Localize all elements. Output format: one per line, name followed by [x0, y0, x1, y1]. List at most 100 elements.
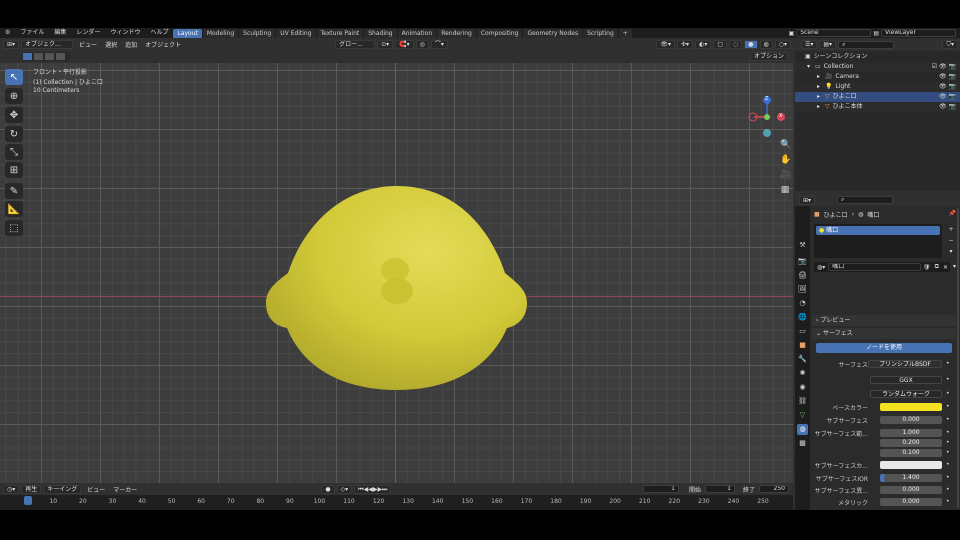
xray-toggle-icon[interactable]: ▢ — [713, 39, 727, 49]
playback-controls[interactable]: ⏮◀◀▶▶⏭ — [354, 484, 392, 494]
material-slot-list[interactable]: ● 嘴口 — [814, 224, 942, 258]
mode-selector[interactable]: オブジェク... — [21, 39, 74, 49]
add-workspace-button[interactable]: + — [618, 28, 632, 38]
property-value-field[interactable]: 0.000 — [880, 416, 942, 424]
pan-hand-icon[interactable]: ✋ — [780, 155, 791, 165]
current-frame-field[interactable]: 1 — [642, 485, 679, 493]
shading-rendered-icon[interactable]: ○▾ — [774, 39, 791, 49]
expand-arrow-icon[interactable]: ▸ — [817, 93, 820, 100]
tab-geometry-nodes[interactable]: Geometry Nodes — [523, 28, 583, 38]
cursor-tool-icon[interactable]: ⊕ — [5, 88, 23, 104]
transform-tool-icon[interactable]: ⊞ — [5, 162, 23, 178]
subsurface-ior-slider[interactable]: 1.400 — [880, 474, 942, 482]
menu-view[interactable]: ビュー — [75, 40, 101, 49]
tab-texture-paint[interactable]: Texture Paint — [316, 28, 364, 38]
constraints-tab-icon[interactable]: ⛓ — [797, 396, 808, 407]
material-tab-icon[interactable]: ◍ — [797, 424, 808, 435]
outliner-item-light[interactable]: ▸ 💡 Light 👁 📷 — [795, 82, 960, 92]
tab-uv-editing[interactable]: UV Editing — [276, 28, 316, 38]
select-subtract-icon[interactable] — [45, 53, 54, 60]
world-tab-icon[interactable]: 🌐 — [797, 312, 808, 323]
tab-modeling[interactable]: Modeling — [202, 28, 239, 38]
distribution-selector[interactable]: GGX — [870, 376, 942, 384]
keyframe-dot-icon[interactable]: • — [946, 461, 950, 468]
keyframe-dot-icon[interactable]: • — [946, 449, 950, 456]
tab-animation[interactable]: Animation — [397, 28, 437, 38]
texture-tab-icon[interactable]: ▩ — [797, 438, 808, 449]
collection-visibility-icons[interactable]: ☑ 👁 📷 — [932, 62, 956, 72]
unlink-icon[interactable]: ✕ — [941, 264, 950, 271]
zoom-icon[interactable]: 🔍 — [780, 140, 791, 150]
view-layer-selector[interactable]: ViewLayer — [881, 29, 956, 37]
keyframe-dot-icon[interactable]: • — [946, 498, 950, 505]
expand-arrow-icon[interactable]: ▸ — [817, 103, 820, 110]
tab-compositing[interactable]: Compositing — [476, 28, 523, 38]
expand-arrow-icon[interactable]: ▸ — [817, 83, 820, 90]
property-value-field[interactable]: 1.000 — [880, 429, 942, 437]
marker-menu[interactable]: マーカー — [109, 485, 141, 494]
annotate-tool-icon[interactable]: ✎ — [5, 183, 23, 199]
render-tab-icon[interactable]: 📷 — [797, 256, 808, 267]
timeline-ruler[interactable]: 1102030405060708090100110120130140150160… — [0, 495, 793, 510]
outliner-item-beak[interactable]: ▸ ▽ ひよこ口 👁 📷 — [795, 92, 960, 102]
select-mode-buttons[interactable] — [22, 52, 70, 61]
menu-select[interactable]: 選択 — [101, 40, 121, 49]
visibility-icons[interactable]: 👁 📷 — [939, 102, 956, 112]
object-tab-icon[interactable]: ■ — [797, 340, 808, 351]
timeline-editor-icon[interactable]: ◷▾ — [3, 484, 20, 494]
menu-file[interactable]: ファイル — [15, 28, 49, 38]
menu-help[interactable]: ヘルプ — [145, 28, 173, 38]
data-tab-icon[interactable]: ▽ — [797, 410, 808, 421]
preview-panel-header[interactable]: › プレビュー — [812, 315, 956, 326]
keyframe-dot-icon[interactable]: • — [946, 439, 950, 446]
chick-object[interactable] — [255, 178, 540, 393]
material-selector[interactable]: ◍▾ 嘴口 🛡 ⧉ ✕ — [814, 262, 950, 272]
view-layer-tab-icon[interactable]: 🖼 — [797, 284, 808, 295]
output-tab-icon[interactable]: 🖨 — [797, 270, 808, 281]
outliner-editor-icon[interactable]: ☰▾ — [801, 40, 818, 49]
proportional-edit-icon[interactable]: ◎ — [415, 39, 429, 49]
tab-sculpting[interactable]: Sculpting — [239, 28, 276, 38]
property-value-field[interactable]: 0.200 — [880, 439, 942, 447]
start-frame-field[interactable]: 1 — [704, 485, 735, 493]
use-nodes-button[interactable]: ノードを使用 — [816, 343, 952, 353]
surface-shader-selector[interactable]: プリンシプルBSDF — [868, 360, 942, 368]
subsurface-method-selector[interactable]: ランダムウォーク — [870, 390, 942, 398]
blender-logo-icon[interactable]: ⚙ — [0, 28, 15, 38]
end-frame-field[interactable]: 250 — [759, 485, 789, 493]
tool-tab-icon[interactable]: ⚒ — [797, 240, 808, 251]
ortho-grid-icon[interactable]: ▦ — [780, 185, 790, 195]
collection-row[interactable]: ▾ ▭ Collection ☑ 👁 📷 — [795, 62, 960, 72]
tab-shading[interactable]: Shading — [364, 28, 397, 38]
expand-arrow-icon[interactable]: ▸ — [817, 73, 820, 80]
modifier-tab-icon[interactable]: 🔧 — [797, 354, 808, 365]
pivot-icon[interactable]: ⊙▾ — [377, 39, 394, 49]
property-value-field[interactable]: 0.000 — [880, 498, 942, 506]
snap-icon[interactable]: 🧲▾ — [395, 39, 414, 49]
add-cube-tool-icon[interactable]: ⬚ — [5, 220, 23, 236]
menu-render[interactable]: レンダー — [71, 28, 105, 38]
overlay-toggle-icon[interactable]: ◐▾ — [695, 39, 712, 49]
menu-edit[interactable]: 編集 — [49, 28, 71, 38]
shading-wireframe-icon[interactable]: ◌ — [729, 39, 743, 49]
expand-arrow-icon[interactable]: ▾ — [807, 63, 810, 70]
properties-scrollbar[interactable] — [957, 208, 959, 508]
collection-tab-icon[interactable]: ▭ — [797, 326, 808, 337]
scene-tab-icon[interactable]: ◔ — [797, 298, 808, 309]
3d-viewport[interactable]: フロント・平行投影 (1) Collection | ひよこ口 10 Centi… — [0, 63, 793, 483]
select-extend-icon[interactable] — [34, 53, 43, 60]
filter-icon[interactable]: ⛉▾ — [942, 40, 958, 49]
shading-material-icon[interactable]: ◍ — [759, 39, 773, 49]
playback-menu[interactable]: 再生 — [21, 484, 42, 494]
outliner-search-input[interactable]: ⌕ — [838, 40, 895, 49]
keying-menu[interactable]: キーイング — [43, 484, 82, 494]
rotate-tool-icon[interactable]: ↻ — [5, 126, 23, 142]
scene-collection-row[interactable]: ▣ シーンコレクション — [795, 52, 960, 62]
visibility-icons[interactable]: 👁 📷 — [939, 92, 956, 102]
camera-view-icon[interactable]: 🎥 — [780, 170, 791, 180]
visibility-icons[interactable]: 👁 📷 — [939, 72, 956, 82]
properties-editor-icon[interactable]: ⊞▾ — [799, 195, 816, 205]
select-intersect-icon[interactable] — [56, 53, 65, 60]
duplicate-icon[interactable]: ⧉ — [933, 263, 941, 271]
surface-panel-header[interactable]: ⌄ サーフェス — [812, 328, 956, 339]
